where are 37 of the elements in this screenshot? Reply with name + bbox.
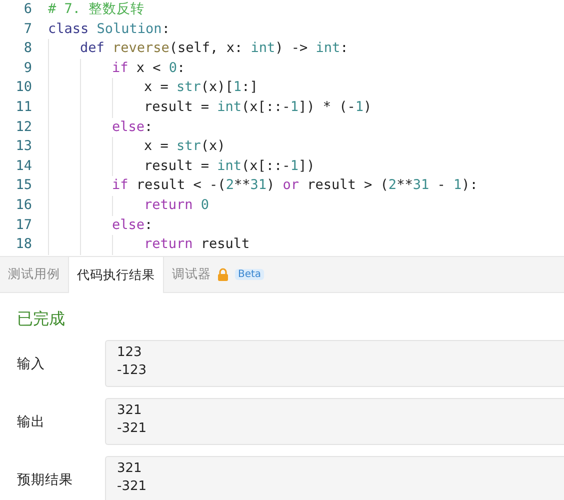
status-text: 已完成 (17, 309, 66, 330)
line-number: 11 (14, 98, 32, 117)
code-line: return 0 (144, 196, 210, 215)
line-number: 18 (14, 235, 32, 254)
line-number: 17 (14, 216, 32, 235)
line-number: 6 (22, 0, 32, 19)
result-box: 321 -321 (105, 398, 564, 445)
code-line: if result < -(2**31) or result > (2**31 - 1): (112, 176, 478, 196)
code-line: # 7. 整数反转 (48, 0, 145, 19)
code-line: x = str(x)[1:] (144, 78, 258, 98)
result-label: 预期结果 (17, 470, 74, 488)
result-box: 321 -321 (105, 456, 564, 500)
result-box: 123 -123 (105, 340, 564, 387)
code-line: result = int(x[::-1]) (144, 156, 315, 176)
tab[interactable]: 代码执行结果 (68, 257, 164, 293)
code-line: class Solution: (48, 20, 170, 39)
line-number: 10 (14, 78, 32, 98)
line-number: 7 (22, 20, 32, 39)
result-label: 输出 (17, 412, 46, 430)
line-number: 8 (22, 39, 32, 58)
code-line: else: (112, 216, 153, 235)
beta-badge: Beta (235, 269, 264, 280)
line-number: 14 (14, 156, 32, 176)
line-number: 12 (14, 118, 32, 137)
code-line: def reverse(self, x: int) -> int: (80, 39, 348, 58)
line-number: 9 (22, 58, 32, 78)
tab[interactable]: 测试用例 (0, 257, 68, 292)
result-label: 输入 (17, 354, 46, 372)
code-line: else: (112, 118, 153, 137)
code-line: return result (144, 235, 250, 254)
code-line: if x < 0: (112, 58, 186, 78)
line-number: 13 (14, 137, 32, 156)
code-line: result = int(x[::-1]) * (-1) (144, 98, 372, 117)
line-number: 16 (14, 196, 32, 215)
tab[interactable]: 调试器 Beta (164, 257, 272, 292)
line-number: 15 (14, 176, 32, 196)
code-line: x = str(x) (144, 137, 226, 156)
